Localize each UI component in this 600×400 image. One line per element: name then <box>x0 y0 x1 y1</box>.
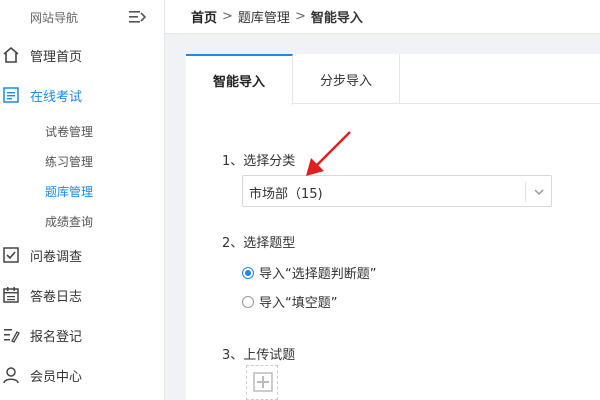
checkbox-icon <box>3 247 19 263</box>
home-icon <box>3 46 19 63</box>
breadcrumb-current: 智能导入 <box>310 11 363 26</box>
breadcrumb-separator: > <box>294 9 306 24</box>
sidebar-item-online-exam[interactable]: 在线考试 <box>0 80 165 110</box>
sidebar-item-members[interactable]: 会员中心 <box>0 360 165 390</box>
sidebar-item-label: 答卷日志 <box>30 289 83 305</box>
calendar-icon <box>3 287 19 303</box>
sidebar-item-label: 问卷调查 <box>30 249 83 265</box>
sidebar-subitem-practice[interactable]: 练习管理 <box>45 153 93 170</box>
breadcrumb: 首页 > 题库管理 > 智能导入 <box>165 0 600 34</box>
collapse-menu-icon[interactable] <box>128 9 146 25</box>
sidebar-item-survey[interactable]: 问卷调查 <box>0 240 165 270</box>
radio-import-fill-blank[interactable]: 导入“填空题” <box>242 292 337 311</box>
radio-button[interactable] <box>242 266 254 279</box>
category-select[interactable]: 市场部（15) <box>242 175 552 207</box>
sidebar-item-label: 会员中心 <box>30 369 83 385</box>
sidebar: 网站导航 管理首页 在线考试 试卷管理 练习管理 题库管理 成绩查询 问卷调查 <box>0 0 165 400</box>
sidebar-subitem-papers[interactable]: 试卷管理 <box>45 123 93 140</box>
sidebar-item-label: 报名登记 <box>30 329 83 345</box>
sidebar-item-label: 管理首页 <box>30 49 83 65</box>
brand-title: 网站导航 <box>30 10 79 25</box>
sidebar-subitem-scores[interactable]: 成绩查询 <box>45 213 93 230</box>
radio-import-choice-judge[interactable]: 导入“选择题判断题” <box>242 263 376 282</box>
sidebar-item-label: 在线考试 <box>30 89 83 105</box>
step3-label: 3、上传试题 <box>222 348 296 363</box>
step1-label: 1、选择分类 <box>222 154 296 169</box>
plus-icon <box>253 372 273 392</box>
breadcrumb-question-bank[interactable]: 题库管理 <box>238 7 290 26</box>
user-icon <box>3 367 19 384</box>
sidebar-subitem-question-bank[interactable]: 题库管理 <box>45 183 93 200</box>
sidebar-item-answer-log[interactable]: 答卷日志 <box>0 280 165 310</box>
annotation-arrow-icon <box>306 131 351 176</box>
edit-list-icon <box>4 329 20 343</box>
tab-bar: 智能导入 分步导入 <box>186 54 600 105</box>
list-icon <box>3 87 19 103</box>
sidebar-item-registration[interactable]: 报名登记 <box>0 320 165 350</box>
step2-label: 2、选择题型 <box>222 236 296 251</box>
upload-button[interactable] <box>246 365 278 400</box>
tab-step-import[interactable]: 分步导入 <box>293 54 400 104</box>
brand: 网站导航 <box>0 0 164 34</box>
breadcrumb-separator: > <box>222 9 233 24</box>
radio-label: 导入“填空题” <box>259 296 338 311</box>
select-divider <box>525 182 526 202</box>
radio-button[interactable] <box>242 295 254 308</box>
import-panel: 智能导入 分步导入 1、选择分类 市场部（15) 2、选择题型 导入“选择题判断… <box>186 54 600 400</box>
tab-smart-import[interactable]: 智能导入 <box>186 54 293 105</box>
sidebar-item-home[interactable]: 管理首页 <box>0 40 165 70</box>
breadcrumb-home[interactable]: 首页 <box>191 7 217 26</box>
category-select-value: 市场部（15) <box>249 187 323 202</box>
radio-label: 导入“选择题判断题” <box>259 267 377 282</box>
chevron-down-icon <box>534 189 544 196</box>
